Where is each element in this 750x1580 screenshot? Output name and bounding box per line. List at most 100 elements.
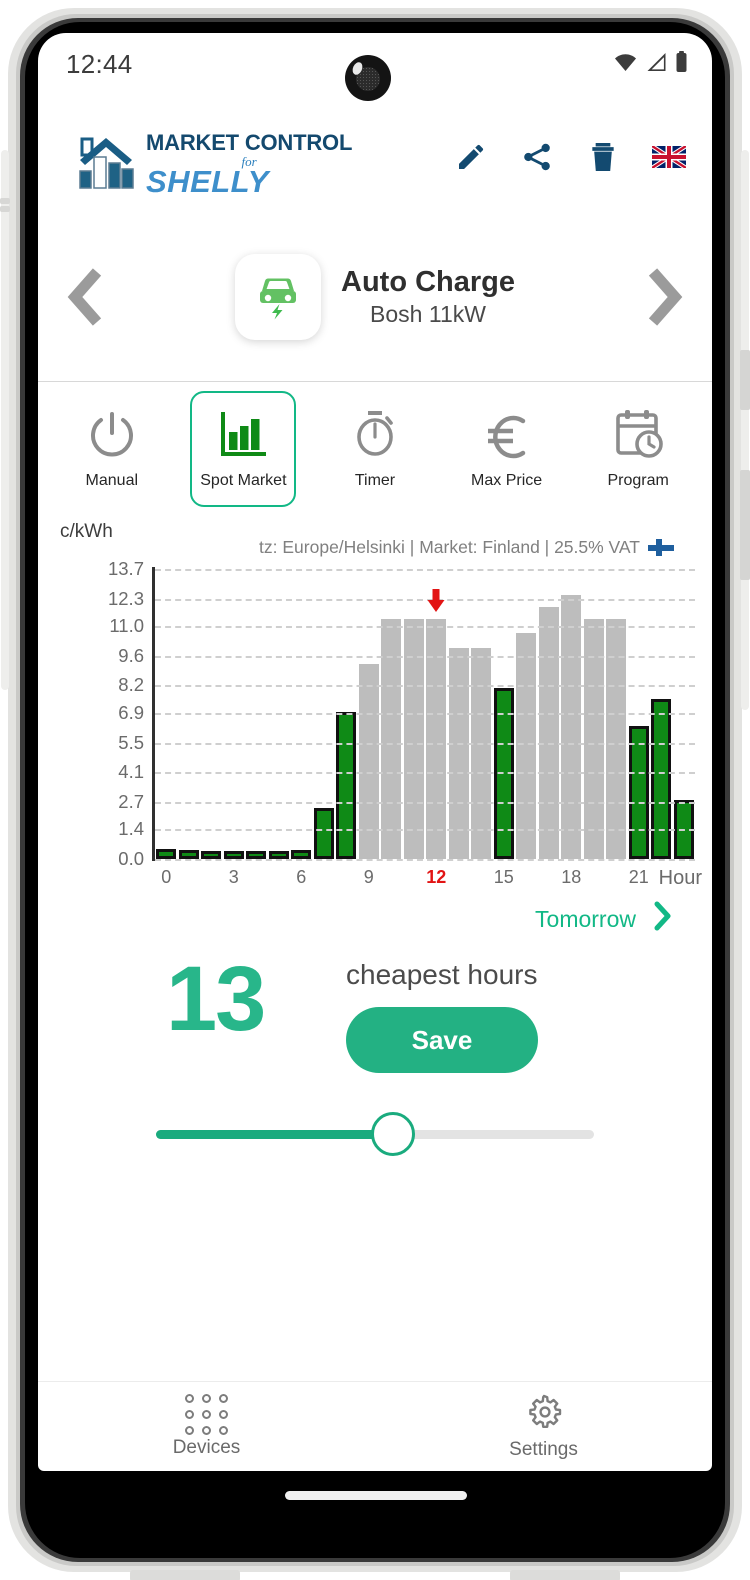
chart-bar-hour-3[interactable] bbox=[223, 850, 244, 859]
next-device-button[interactable] bbox=[638, 266, 690, 328]
cheapest-hours-label: cheapest hours bbox=[346, 959, 538, 990]
tab-spot-market[interactable]: Spot Market bbox=[190, 391, 297, 507]
cheapest-hours-section: 13 cheapest hours Save bbox=[38, 951, 712, 1081]
chart-bar-hour-19[interactable] bbox=[583, 618, 604, 859]
share-button[interactable] bbox=[520, 142, 554, 176]
chart-x-tick: 18 bbox=[561, 867, 582, 887]
calendar-clock-icon bbox=[609, 402, 667, 468]
chart-x-tick: 6 bbox=[296, 867, 307, 887]
chart-y-tick: 11.0 bbox=[109, 615, 144, 637]
tomorrow-label: Tomorrow bbox=[535, 905, 636, 932]
chart-gridline bbox=[155, 655, 695, 658]
front-camera-icon bbox=[345, 55, 391, 101]
chart-y-tick: 13.7 bbox=[107, 558, 144, 579]
chevron-right-icon bbox=[652, 901, 674, 937]
delete-button[interactable] bbox=[586, 142, 620, 176]
gesture-home-bar[interactable] bbox=[285, 1491, 467, 1500]
chart-bar-hour-18[interactable] bbox=[561, 595, 582, 859]
status-clock: 12:44 bbox=[66, 49, 133, 79]
chart-y-tick: 8.2 bbox=[118, 674, 144, 696]
chart-x-tick: 3 bbox=[228, 867, 239, 887]
battery-icon bbox=[675, 51, 688, 78]
finland-flag-icon bbox=[648, 539, 674, 556]
cheapest-hours-slider[interactable] bbox=[156, 1111, 594, 1157]
save-button[interactable]: Save bbox=[346, 1007, 538, 1073]
app-header: MARKET CONTROL for SHELLY bbox=[38, 128, 712, 218]
logo-title-line2: SHELLY bbox=[146, 164, 269, 199]
chart-bar-hour-13[interactable] bbox=[448, 648, 469, 859]
chart-bar-hour-17[interactable] bbox=[538, 607, 559, 859]
chart-bar-hour-1[interactable] bbox=[178, 850, 199, 859]
chart-y-tick: 12.3 bbox=[107, 587, 144, 609]
device-text: Auto Charge Bosh 11kW bbox=[341, 266, 515, 328]
chart-gridline bbox=[155, 801, 695, 804]
euro-icon bbox=[478, 402, 536, 468]
chart-gridline bbox=[155, 712, 695, 715]
chart-gridline bbox=[155, 859, 695, 861]
header-action-group bbox=[454, 142, 688, 176]
trash-icon bbox=[588, 141, 618, 178]
chart-y-tick: 1.4 bbox=[118, 818, 144, 840]
chart-plot-area bbox=[155, 569, 695, 861]
slider-thumb[interactable] bbox=[370, 1112, 415, 1156]
device-selector: Auto Charge Bosh 11kW bbox=[38, 241, 712, 353]
nav-item-devices[interactable]: Devices bbox=[38, 1394, 375, 1459]
share-icon bbox=[521, 141, 553, 178]
chart-bar-hour-0[interactable] bbox=[156, 849, 177, 859]
power-icon bbox=[83, 402, 141, 468]
nav-item-settings[interactable]: Settings bbox=[375, 1392, 712, 1461]
phone-volume-button[interactable] bbox=[740, 350, 750, 410]
tab-manual[interactable]: Manual bbox=[59, 391, 165, 507]
chart-bar-hour-4[interactable] bbox=[246, 850, 267, 859]
phone-power-button[interactable] bbox=[740, 470, 750, 580]
chart-bar-hour-12[interactable] bbox=[426, 618, 447, 859]
chart-x-tick: 12 bbox=[426, 867, 447, 887]
tab-timer[interactable]: Timer bbox=[322, 391, 428, 507]
chart-bar-hour-14[interactable] bbox=[471, 648, 492, 859]
chart-bar-hour-7[interactable] bbox=[313, 808, 334, 859]
previous-device-button[interactable] bbox=[60, 266, 112, 328]
phone-screen: 12:44 MARKET CONTROL for SHELLY Auto Cha… bbox=[38, 33, 712, 1471]
chart-bar-hour-10[interactable] bbox=[381, 618, 402, 859]
chart-bar-hour-2[interactable] bbox=[201, 850, 222, 859]
chart-bar-hour-8[interactable] bbox=[336, 711, 357, 859]
chart-bar-hour-6[interactable] bbox=[291, 849, 312, 859]
phone-left-button-2[interactable] bbox=[0, 206, 10, 212]
chart-y-axis: 13.7 12.3 11.0 9.6 8.2 6.9 5.5 4.1 2.7 1.4 0.0 bbox=[72, 558, 144, 869]
wifi-icon bbox=[613, 52, 638, 77]
cellular-signal-icon bbox=[645, 52, 668, 77]
phone-left-button-1[interactable] bbox=[0, 198, 10, 204]
cheapest-hours-count: 13 bbox=[166, 948, 266, 1050]
chart-x-axis-label: Hour bbox=[658, 867, 702, 889]
phone-foot-right bbox=[510, 1570, 620, 1580]
chart-bar-hour-21[interactable] bbox=[628, 725, 649, 859]
tab-program[interactable]: Program bbox=[585, 391, 691, 507]
chart-bar-hour-16[interactable] bbox=[516, 632, 537, 859]
chart-bar-hour-22[interactable] bbox=[651, 699, 672, 859]
chart-y-tick: 5.5 bbox=[118, 731, 144, 753]
edit-button[interactable] bbox=[454, 142, 488, 176]
slider-fill bbox=[156, 1130, 393, 1139]
tomorrow-button[interactable]: Tomorrow bbox=[535, 901, 674, 937]
chart-bar-hour-20[interactable] bbox=[606, 618, 627, 859]
tab-max-price[interactable]: Max Price bbox=[454, 391, 560, 507]
phone-left-rail bbox=[1, 150, 9, 690]
chart-bar-hour-11[interactable] bbox=[403, 618, 424, 859]
chart-gridline bbox=[155, 598, 695, 601]
spot-price-chart: c/kWh tz: Europe/Helsinki | Market: Finl… bbox=[38, 521, 712, 941]
uk-flag-icon bbox=[650, 143, 688, 173]
logo-title-line1: MARKET CONTROL bbox=[146, 130, 353, 155]
chart-gridline bbox=[155, 626, 695, 629]
device-icon-tile[interactable] bbox=[235, 254, 321, 340]
phone-navigation-area bbox=[38, 1471, 712, 1541]
phone-right-rail bbox=[741, 150, 749, 710]
language-button[interactable] bbox=[650, 142, 688, 176]
chart-bar-hour-5[interactable] bbox=[268, 850, 289, 859]
screenshot-root: 12:44 MARKET CONTROL for SHELLY Auto Cha… bbox=[0, 0, 750, 1580]
nav-devices-label: Devices bbox=[172, 1437, 241, 1458]
mode-tab-bar: Manual Spot Market Timer Max Price Progr… bbox=[38, 391, 712, 513]
tab-spot-market-label: Spot Market bbox=[200, 472, 287, 489]
chart-info-line: tz: Europe/Helsinki | Market: Finland | … bbox=[259, 537, 674, 558]
electric-car-icon bbox=[251, 268, 305, 327]
chart-y-tick: 4.1 bbox=[118, 761, 144, 783]
